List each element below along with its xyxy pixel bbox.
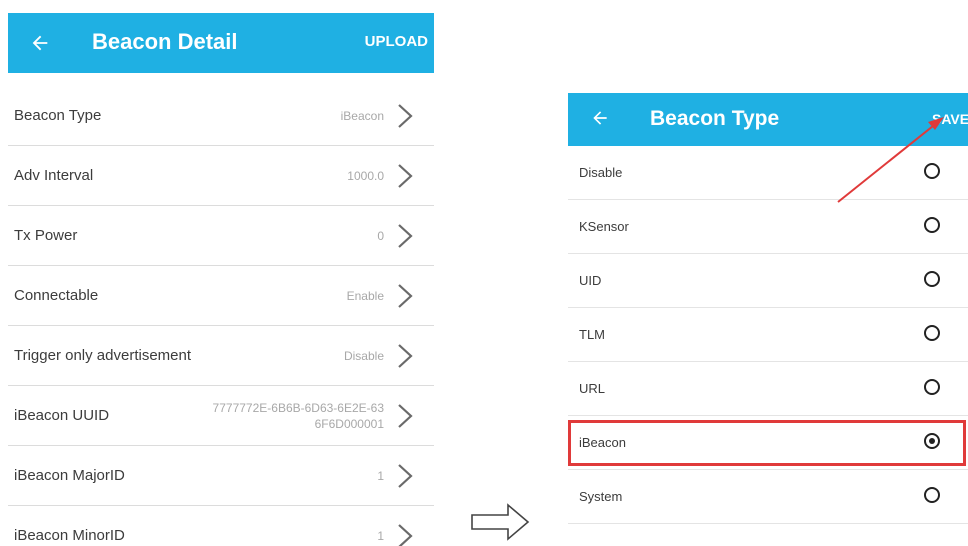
arrow-left-icon[interactable] xyxy=(26,29,54,57)
chevron-right-icon xyxy=(398,284,413,308)
setting-row-tx-power[interactable]: Tx Power 0 xyxy=(8,206,434,266)
setting-label: iBeacon MajorID xyxy=(14,467,125,484)
upload-button[interactable]: UPLOAD xyxy=(365,33,428,50)
setting-label: iBeacon MinorID xyxy=(14,527,125,544)
annotation-arrow-icon xyxy=(837,117,944,203)
option-label: System xyxy=(579,489,623,504)
option-system[interactable]: System xyxy=(568,470,968,524)
app-bar: Beacon Detail UPLOAD xyxy=(8,13,434,73)
setting-value: 1 xyxy=(377,468,384,483)
radio-button[interactable] xyxy=(924,325,940,341)
option-label: iBeacon xyxy=(579,435,626,450)
option-label: Disable xyxy=(579,165,623,180)
option-label: TLM xyxy=(579,327,605,342)
chevron-right-icon xyxy=(398,164,413,188)
arrow-left-icon[interactable] xyxy=(588,106,612,130)
chevron-right-icon xyxy=(398,524,413,546)
setting-row-uuid[interactable]: iBeacon UUID 7777772E-6B6B-6D63-6E2E-63 … xyxy=(8,386,434,446)
setting-row-adv-interval[interactable]: Adv Interval 1000.0 xyxy=(8,146,434,206)
setting-label: Trigger only advertisement xyxy=(14,347,192,364)
setting-label: Adv Interval xyxy=(14,167,94,184)
page-title: Beacon Type xyxy=(650,107,780,130)
option-ibeacon[interactable]: iBeacon xyxy=(568,416,968,470)
setting-value: 0 xyxy=(377,228,384,243)
setting-value: 1000.0 xyxy=(347,168,384,183)
beacon-detail-screen: Beacon Detail UPLOAD Beacon Type iBeacon… xyxy=(8,13,434,546)
option-uid[interactable]: UID xyxy=(568,254,968,308)
radio-button[interactable] xyxy=(924,379,940,395)
radio-button[interactable] xyxy=(924,487,940,503)
setting-value: Disable xyxy=(343,348,384,363)
option-url[interactable]: URL xyxy=(568,362,968,416)
page-title: Beacon Detail xyxy=(92,29,238,54)
setting-value: Enable xyxy=(346,288,384,303)
setting-row-major-id[interactable]: iBeacon MajorID 1 xyxy=(8,446,434,506)
setting-row-beacon-type[interactable]: Beacon Type iBeacon xyxy=(8,86,434,146)
radio-button[interactable] xyxy=(924,271,940,287)
option-tlm[interactable]: TLM xyxy=(568,308,968,362)
chevron-right-icon xyxy=(398,104,413,128)
setting-row-connectable[interactable]: Connectable Enable xyxy=(8,266,434,326)
settings-list: Beacon Type iBeacon Adv Interval 1000.0 … xyxy=(8,86,434,546)
chevron-right-icon xyxy=(398,344,413,368)
setting-value: 1 xyxy=(377,528,384,543)
setting-row-minor-id[interactable]: iBeacon MinorID 1 xyxy=(8,506,434,546)
chevron-right-icon xyxy=(398,404,413,428)
radio-button-checked[interactable] xyxy=(924,433,940,449)
setting-label: iBeacon UUID xyxy=(14,407,110,424)
setting-label: Connectable xyxy=(14,287,99,304)
option-label: UID xyxy=(579,273,602,288)
setting-label: Beacon Type xyxy=(14,107,102,124)
right-arrow-outline-icon xyxy=(471,503,530,541)
option-label: URL xyxy=(579,381,606,396)
setting-row-trigger-only[interactable]: Trigger only advertisement Disable xyxy=(8,326,434,386)
setting-value: 7777772E-6B6B-6D63-6E2E-63 6F6D000001 xyxy=(212,400,384,431)
chevron-right-icon xyxy=(398,224,413,248)
option-label: KSensor xyxy=(579,219,629,234)
setting-label: Tx Power xyxy=(14,227,78,244)
radio-button[interactable] xyxy=(924,217,940,233)
chevron-right-icon xyxy=(398,464,413,488)
setting-value: iBeacon xyxy=(340,108,384,123)
